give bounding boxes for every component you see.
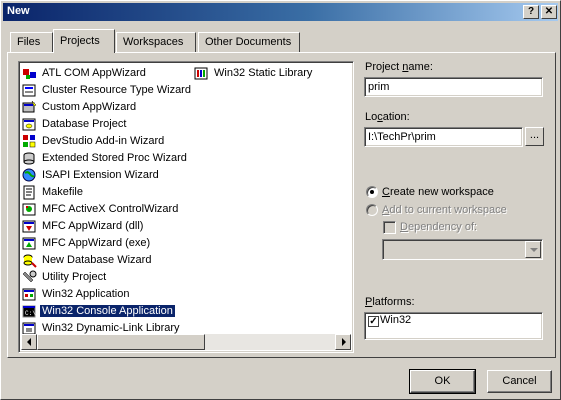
project-list-column-2: Win32 Static Library [194, 65, 314, 82]
project-type-label: Cluster Resource Type Wizard [42, 84, 191, 96]
left-arrow-icon [27, 338, 31, 346]
console-app-icon: C:\ [22, 304, 37, 319]
project-type-label: Extended Stored Proc Wizard [42, 152, 187, 164]
project-type-label: Utility Project [42, 271, 107, 283]
project-type-item[interactable]: Utility Project [22, 269, 193, 286]
utility-project-icon [22, 270, 37, 285]
project-type-label: DevStudio Add-in Wizard [42, 135, 165, 147]
project-type-item[interactable]: MFC AppWizard (exe) [22, 235, 193, 252]
dependency-label: Dependency of: [400, 221, 478, 233]
makefile-icon [22, 185, 37, 200]
project-type-label: Database Project [42, 118, 127, 130]
project-type-label: Win32 Application [42, 288, 130, 300]
project-name-label: Project name: [365, 61, 433, 73]
mfc-exe-icon [22, 236, 37, 251]
project-type-label: ATL COM AppWizard [42, 67, 146, 79]
project-type-item[interactable]: ATL COM AppWizard [22, 65, 193, 82]
project-type-label: MFC AppWizard (exe) [42, 237, 151, 249]
create-new-workspace-label[interactable]: Create new workspace [382, 186, 494, 198]
project-list-column-1: ATL COM AppWizard Cluster Resource Type W… [22, 65, 193, 337]
checkmark-icon: ✓ [369, 316, 378, 327]
project-type-label: ISAPI Extension Wizard [42, 169, 159, 181]
location-label: Location: [365, 111, 410, 123]
ok-button[interactable]: OK [409, 369, 476, 394]
cluster-wizard-icon [22, 83, 37, 98]
project-type-label: Win32 Dynamic-Link Library [42, 322, 180, 334]
project-type-label: Custom AppWizard [42, 101, 137, 113]
tab-projects-label: Projects [60, 35, 100, 47]
platform-item[interactable]: ✓ Win32 [368, 314, 539, 327]
project-type-label: Win32 Console Application [39, 304, 176, 318]
tab-workspaces-label: Workspaces [123, 36, 184, 48]
custom-appwizard-icon [22, 100, 37, 115]
location-value: I:\TechPr\prim [368, 131, 436, 143]
scrollbar-thumb[interactable] [37, 334, 205, 350]
platform-label: Win32 [380, 314, 412, 326]
project-type-item[interactable]: DevStudio Add-in Wizard [22, 133, 193, 150]
browse-button-label: ... [529, 129, 540, 141]
platform-checkbox[interactable]: ✓ [368, 316, 379, 327]
create-new-workspace-radio[interactable] [366, 186, 378, 198]
project-type-label: New Database Wizard [42, 254, 152, 266]
project-type-label: Win32 Static Library [214, 67, 313, 79]
project-type-item[interactable]: MFC AppWizard (dll) [22, 218, 193, 235]
stored-proc-icon [22, 151, 37, 166]
static-library-icon [194, 66, 209, 81]
new-dialog: New ? ✕ Files Projects Workspaces Other … [0, 0, 561, 400]
cancel-button[interactable]: Cancel [487, 370, 552, 393]
scroll-left-button[interactable] [21, 334, 37, 350]
project-type-label: MFC ActiveX ControlWizard [42, 203, 179, 215]
help-button[interactable]: ? [523, 5, 539, 19]
tab-projects[interactable]: Projects [53, 29, 115, 53]
project-type-item[interactable]: Makefile [22, 184, 193, 201]
platforms-list[interactable]: ✓ Win32 [364, 312, 543, 340]
win32-app-icon [22, 287, 37, 302]
atl-com-icon [22, 66, 37, 81]
tab-workspaces[interactable]: Workspaces [116, 32, 196, 52]
location-input[interactable]: I:\TechPr\prim [364, 127, 523, 147]
mfc-dll-icon [22, 219, 37, 234]
tab-files[interactable]: Files [10, 32, 53, 52]
project-type-item[interactable]: Custom AppWizard [22, 99, 193, 116]
close-icon: ✕ [544, 6, 554, 17]
project-type-item[interactable]: Cluster Resource Type Wizard [22, 82, 193, 99]
platforms-label: Platforms: [365, 296, 415, 308]
cancel-button-label: Cancel [502, 375, 537, 387]
tab-other-documents-label: Other Documents [205, 36, 292, 48]
activex-icon [22, 202, 37, 217]
project-name-input[interactable]: prim [364, 77, 543, 97]
window-title: New [7, 5, 30, 17]
project-type-item[interactable]: Database Project [22, 116, 193, 133]
project-type-item[interactable]: ISAPI Extension Wizard [22, 167, 193, 184]
tab-files-label: Files [17, 36, 41, 48]
tab-other-documents[interactable]: Other Documents [198, 32, 300, 52]
project-type-item[interactable]: New Database Wizard [22, 252, 193, 269]
scroll-right-button[interactable] [335, 334, 351, 350]
right-arrow-icon [342, 338, 346, 346]
add-to-workspace-radio[interactable] [366, 204, 378, 216]
isapi-globe-icon [22, 168, 37, 183]
project-type-item[interactable]: Extended Stored Proc Wizard [22, 150, 193, 167]
horizontal-scrollbar[interactable] [21, 334, 351, 350]
project-type-list[interactable]: ATL COM AppWizard Cluster Resource Type W… [18, 61, 354, 353]
project-type-item[interactable]: Win32 Static Library [194, 65, 314, 82]
project-type-item[interactable]: MFC ActiveX ControlWizard [22, 201, 193, 218]
question-mark-icon: ? [527, 6, 535, 17]
project-name-value: prim [368, 81, 390, 93]
project-type-label: Makefile [42, 186, 83, 198]
new-database-icon [22, 253, 37, 268]
close-button[interactable]: ✕ [541, 5, 557, 19]
addin-wizard-icon [22, 134, 37, 149]
browse-button[interactable]: ... [525, 127, 544, 146]
dependency-checkbox[interactable] [383, 221, 396, 234]
title-bar[interactable]: New ? ✕ [3, 3, 558, 21]
project-type-item[interactable]: Win32 Application [22, 286, 193, 303]
project-type-item[interactable]: C:\ Win32 Console Application [22, 303, 193, 320]
svg-text:C:\: C:\ [25, 310, 36, 317]
project-type-label: MFC AppWizard (dll) [42, 220, 144, 232]
database-project-icon [22, 117, 37, 132]
add-to-workspace-label: Add to current workspace [382, 204, 507, 216]
ok-button-label: OK [434, 375, 451, 387]
